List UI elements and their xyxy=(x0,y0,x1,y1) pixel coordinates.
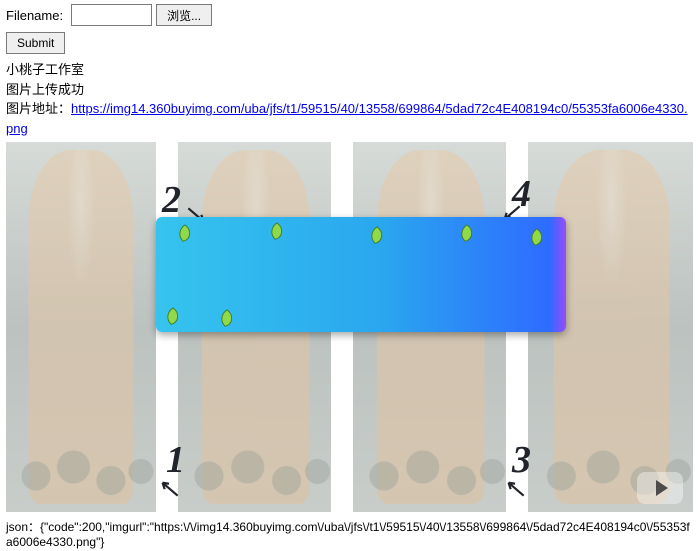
image-url-link[interactable]: https://img14.360buyimg.com/uba/jfs/t1/5… xyxy=(6,101,688,136)
addr-label: 图片地址： xyxy=(6,101,71,116)
leaf-icon xyxy=(366,225,388,247)
upload-status: 图片上传成功 xyxy=(6,80,694,100)
filename-input[interactable] xyxy=(71,4,152,26)
submit-button[interactable]: Submit xyxy=(6,32,65,54)
panel-number-2: 2 xyxy=(162,178,181,222)
leaf-icon xyxy=(526,227,548,249)
json-body: {"code":200,"imgurl":"https:\/\/img14.36… xyxy=(6,520,690,549)
leaf-icon xyxy=(216,308,238,330)
leaf-icon xyxy=(266,221,288,243)
leaf-icon xyxy=(174,223,196,245)
browse-button[interactable]: 浏览... xyxy=(156,4,212,26)
leaf-icon xyxy=(162,306,184,328)
video-overlay xyxy=(156,217,566,332)
filename-label: Filename: xyxy=(6,8,63,23)
leaf-icon xyxy=(456,223,478,245)
studio-name: 小桃子工作室 xyxy=(6,60,694,80)
play-icon[interactable] xyxy=(637,472,683,504)
arrow-icon xyxy=(156,474,182,500)
uploaded-image: 2 4 1 3 xyxy=(6,142,693,512)
arrow-icon xyxy=(502,474,528,500)
json-label: json： xyxy=(6,520,40,534)
